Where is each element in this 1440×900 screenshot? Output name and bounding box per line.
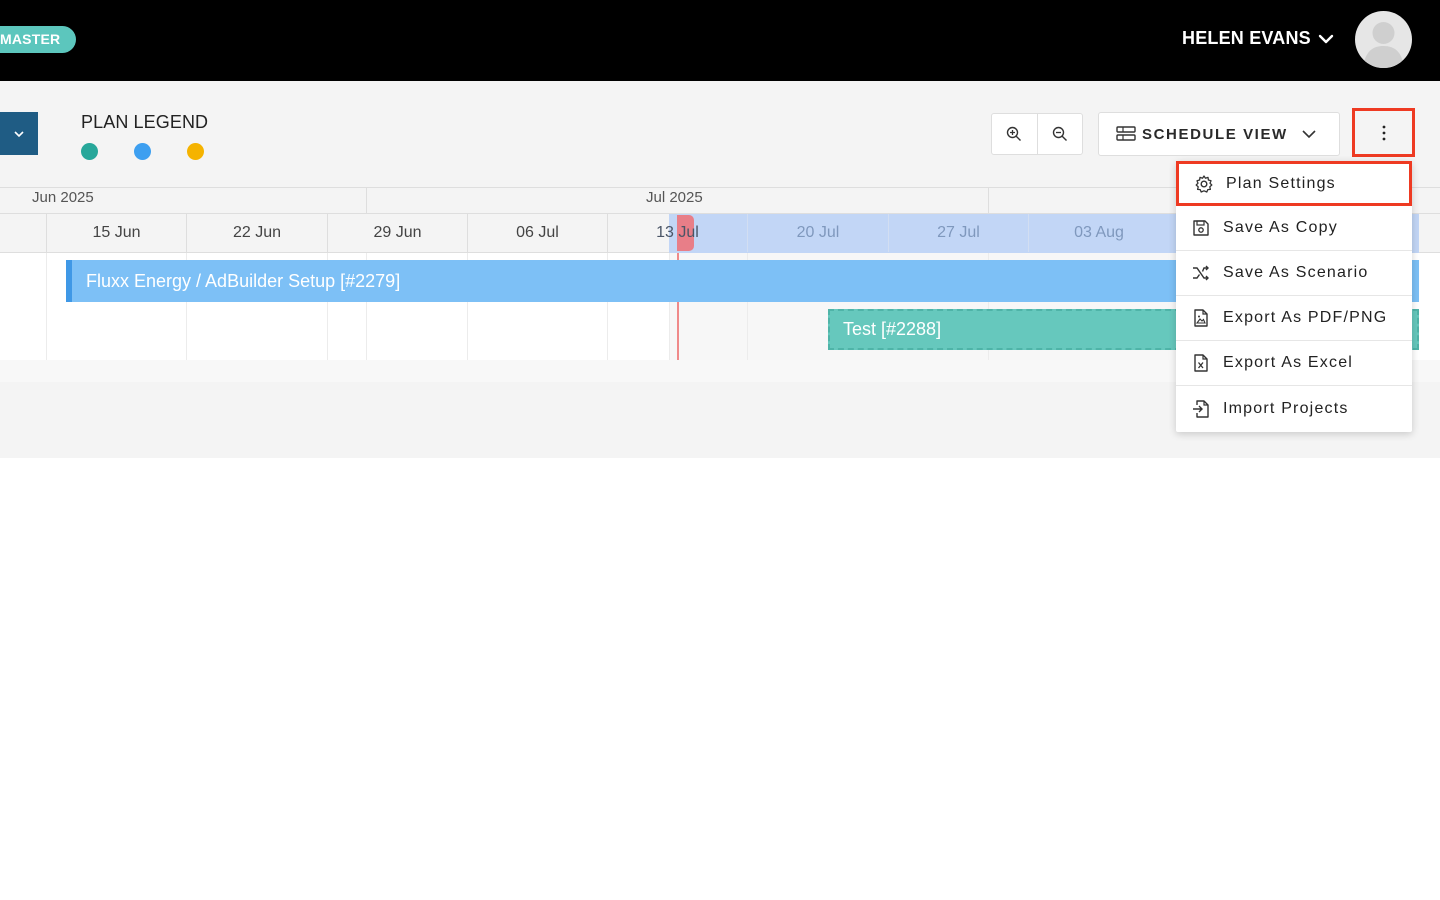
chevron-down-icon[interactable]	[1317, 30, 1335, 48]
floppy-icon	[1191, 218, 1211, 238]
week-cell: 13 Jul	[607, 214, 747, 252]
avatar[interactable]	[1355, 11, 1412, 68]
gantt-bar-label: Fluxx Energy / AdBuilder Setup [#2279]	[86, 270, 401, 291]
week-cell: 29 Jun	[327, 214, 467, 252]
file-image-icon	[1191, 308, 1211, 328]
kebab-menu-icon	[1382, 125, 1385, 140]
schedule-view-label: SCHEDULE VIEW	[1142, 125, 1288, 143]
zoom-controls	[991, 113, 1083, 155]
menu-item-label: Export As PDF/PNG	[1223, 309, 1388, 326]
menu-item-export-pdf-png[interactable]: Export As PDF/PNG	[1176, 296, 1412, 341]
legend-title: PLAN LEGEND	[81, 112, 209, 132]
menu-item-label: Import Projects	[1223, 399, 1349, 417]
menu-item-label: Save As Scenario	[1223, 264, 1369, 281]
shuffle-icon	[1191, 263, 1211, 283]
more-options-menu: Plan Settings Save As Copy Save As Scena…	[1176, 161, 1412, 432]
menu-item-label: Plan Settings	[1226, 174, 1336, 192]
user-menu[interactable]: HELEN EVANS	[1182, 28, 1335, 49]
user-silhouette-icon	[1363, 22, 1404, 68]
user-name[interactable]: HELEN EVANS	[1182, 28, 1311, 49]
grid-line	[46, 253, 47, 360]
zoom-out-button[interactable]	[1036, 114, 1082, 154]
gantt-bar-label: Test [#2288]	[843, 319, 942, 339]
more-options-button[interactable]	[1352, 108, 1415, 157]
week-cell: 15 Jun	[46, 214, 186, 252]
menu-item-export-excel[interactable]: Export As Excel	[1176, 341, 1412, 386]
schedule-view-icon	[1116, 126, 1136, 141]
month-divider	[366, 188, 367, 215]
zoom-out-icon	[1052, 126, 1067, 141]
month-divider	[988, 188, 989, 215]
zoom-in-icon	[1007, 126, 1022, 141]
month-label: Jul 2025	[646, 189, 703, 206]
legend-dot-blue	[134, 143, 151, 160]
chevron-down-icon	[1302, 130, 1316, 139]
legend-dot-yellow	[187, 143, 204, 160]
file-import-icon	[1191, 399, 1211, 419]
menu-item-label: Export As Excel	[1223, 354, 1354, 371]
week-cell: 03 Aug	[1028, 214, 1169, 252]
menu-item-import-projects[interactable]: Import Projects	[1176, 386, 1412, 431]
file-excel-icon	[1191, 353, 1211, 373]
week-cell-blank	[0, 214, 46, 252]
menu-item-save-as-copy[interactable]: Save As Copy	[1176, 206, 1412, 251]
menu-item-label: Save As Copy	[1223, 219, 1338, 236]
week-cell: 22 Jun	[186, 214, 327, 252]
gear-icon	[1194, 174, 1214, 194]
top-bar: MASTER HELEN EVANS	[0, 0, 1440, 81]
schedule-view-dropdown[interactable]: SCHEDULE VIEW	[1098, 112, 1340, 156]
master-badge[interactable]: MASTER	[0, 26, 77, 53]
menu-item-plan-settings[interactable]: Plan Settings	[1176, 161, 1412, 206]
week-cell: 27 Jul	[888, 214, 1028, 252]
chevron-down-icon	[14, 130, 24, 137]
menu-item-save-as-scenario[interactable]: Save As Scenario	[1176, 251, 1412, 296]
plan-selector-dropdown[interactable]	[0, 112, 38, 155]
legend-dot-teal	[81, 143, 98, 160]
week-cell: 20 Jul	[747, 214, 888, 252]
month-label: Jun 2025	[32, 189, 94, 206]
zoom-in-button[interactable]	[992, 114, 1037, 154]
week-cell: 06 Jul	[467, 214, 607, 252]
